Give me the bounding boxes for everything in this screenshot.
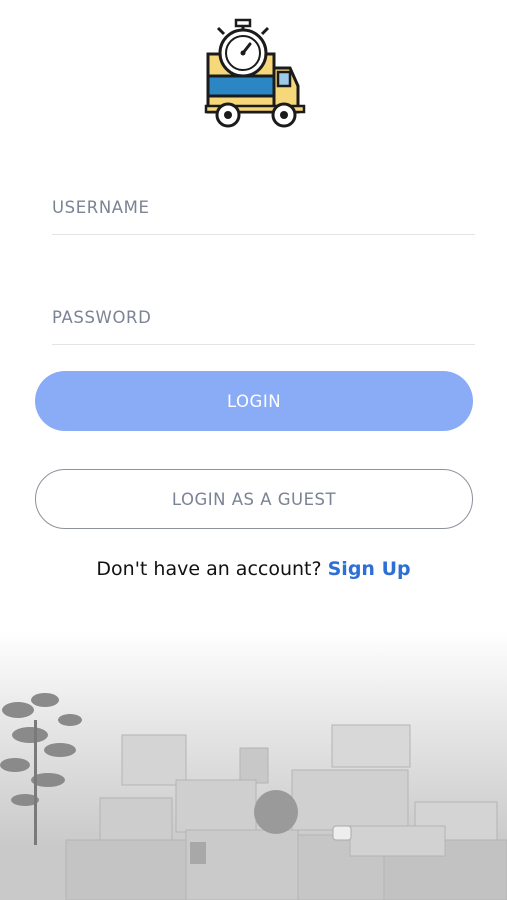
- username-input[interactable]: [52, 198, 475, 228]
- delivery-truck-stopwatch-icon: [204, 18, 306, 128]
- username-underline: [52, 234, 475, 235]
- password-field[interactable]: PASSWORD: [52, 308, 475, 348]
- guest-login-button[interactable]: LOGIN AS A GUEST: [35, 469, 473, 529]
- signup-prompt: Don't have an account?: [96, 558, 328, 580]
- username-field[interactable]: USERNAME: [52, 198, 475, 238]
- login-button-label: LOGIN: [226, 391, 282, 411]
- signup-link[interactable]: Sign Up: [328, 558, 411, 580]
- guest-login-button-label: LOGIN AS A GUEST: [171, 489, 337, 509]
- password-input[interactable]: [52, 308, 475, 338]
- signup-row: Don't have an account? Sign Up: [0, 558, 507, 580]
- password-underline: [52, 344, 475, 345]
- login-button[interactable]: LOGIN: [35, 371, 473, 431]
- moving-boxes-photo: [0, 630, 507, 900]
